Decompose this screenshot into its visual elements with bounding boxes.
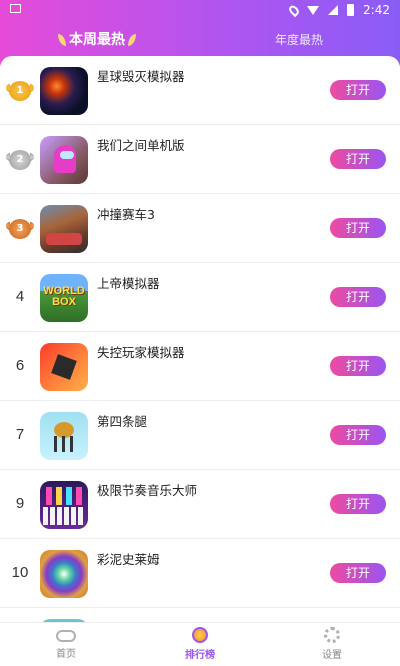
app-name: 失控玩家模拟器 — [97, 345, 185, 360]
tab-weekly-hot[interactable]: 本周最热 — [58, 26, 136, 54]
nav-ranking-label: 排行榜 — [185, 650, 215, 661]
open-button[interactable]: 打开 — [330, 356, 386, 376]
worldbox-icon: WORLD BOX — [40, 274, 88, 322]
open-button[interactable]: 打开 — [330, 218, 386, 238]
rank-number: 9 — [15, 495, 25, 512]
slime-icon — [40, 550, 88, 598]
nav-settings[interactable]: 设置 — [302, 627, 362, 661]
list-item[interactable]: 1 星球毁灭模拟器 打开 — [0, 56, 400, 125]
wifi-icon — [307, 5, 320, 15]
app-name: 极限节奏音乐大师 — [97, 483, 198, 498]
rank-number: 6 — [15, 357, 25, 374]
list-item[interactable]: 4 WORLD BOX 上帝模拟器 打开 — [0, 263, 400, 332]
crewmate-icon — [40, 136, 88, 184]
nav-home[interactable]: 首页 — [36, 627, 96, 660]
open-button[interactable]: 打开 — [330, 494, 386, 514]
app-name: 星球毁灭模拟器 — [97, 69, 185, 84]
app-name: 冲撞赛车3 — [97, 207, 155, 222]
list-item-partial[interactable] — [0, 608, 400, 622]
list-item[interactable]: 6 失控玩家模拟器 打开 — [0, 332, 400, 401]
list-item[interactable]: 9 极限节奏音乐大师 打开 — [0, 470, 400, 539]
app-name: 彩泥史莱姆 — [97, 552, 160, 567]
rank-number: 10 — [11, 564, 29, 581]
open-button[interactable]: 打开 — [330, 563, 386, 583]
tab-yearly-hot[interactable]: 年度最热 — [275, 26, 323, 54]
list-item[interactable]: 10 彩泥史莱姆 打开 — [0, 539, 400, 608]
list-item[interactable]: 2 我们之间单机版 打开 — [0, 125, 400, 194]
race-car-icon — [40, 205, 88, 253]
bottom-navigation: 首页 排行榜 设置 — [0, 622, 400, 666]
open-button[interactable]: 打开 — [330, 425, 386, 445]
open-button[interactable]: 打开 — [330, 149, 386, 169]
app-name: 第四条腿 — [97, 414, 148, 429]
signal-icon — [328, 5, 339, 15]
silver-medal-icon: 2 — [6, 150, 34, 170]
rank-number: 4 — [15, 288, 25, 305]
laurel-left-icon — [58, 34, 66, 46]
location-icon — [287, 3, 301, 17]
bronze-medal-icon: 3 — [6, 219, 34, 239]
piano-icon — [40, 481, 88, 529]
nav-home-label: 首页 — [56, 649, 76, 660]
tab-weekly-label: 本周最热 — [69, 32, 125, 48]
ranking-list: 1 星球毁灭模拟器 打开 2 我们之间单机版 打开 3 冲撞赛车3 打开 4 W… — [0, 56, 400, 622]
notification-icon — [10, 4, 21, 13]
list-item[interactable]: 7 第四条腿 打开 — [0, 401, 400, 470]
ranking-icon — [192, 627, 208, 643]
status-time: 2:42 — [363, 3, 390, 17]
nav-ranking[interactable]: 排行榜 — [170, 627, 230, 661]
gamepad-icon — [56, 630, 76, 642]
ranking-tabs: 本周最热 年度最热 — [0, 26, 400, 56]
status-bar: 2:42 — [0, 0, 400, 22]
rank-number: 7 — [15, 426, 25, 443]
app-name: 我们之间单机版 — [97, 138, 185, 153]
bug-legs-icon — [40, 412, 88, 460]
gold-medal-icon: 1 — [6, 81, 34, 101]
gear-icon — [324, 627, 340, 643]
battery-icon — [347, 4, 355, 16]
crash-box-icon — [40, 343, 88, 391]
nav-settings-label: 设置 — [322, 650, 342, 661]
app-name: 上帝模拟器 — [97, 276, 160, 291]
planet-explosion-icon — [40, 67, 88, 115]
laurel-right-icon — [128, 34, 136, 46]
list-item[interactable]: 3 冲撞赛车3 打开 — [0, 194, 400, 263]
open-button[interactable]: 打开 — [330, 80, 386, 100]
open-button[interactable]: 打开 — [330, 287, 386, 307]
